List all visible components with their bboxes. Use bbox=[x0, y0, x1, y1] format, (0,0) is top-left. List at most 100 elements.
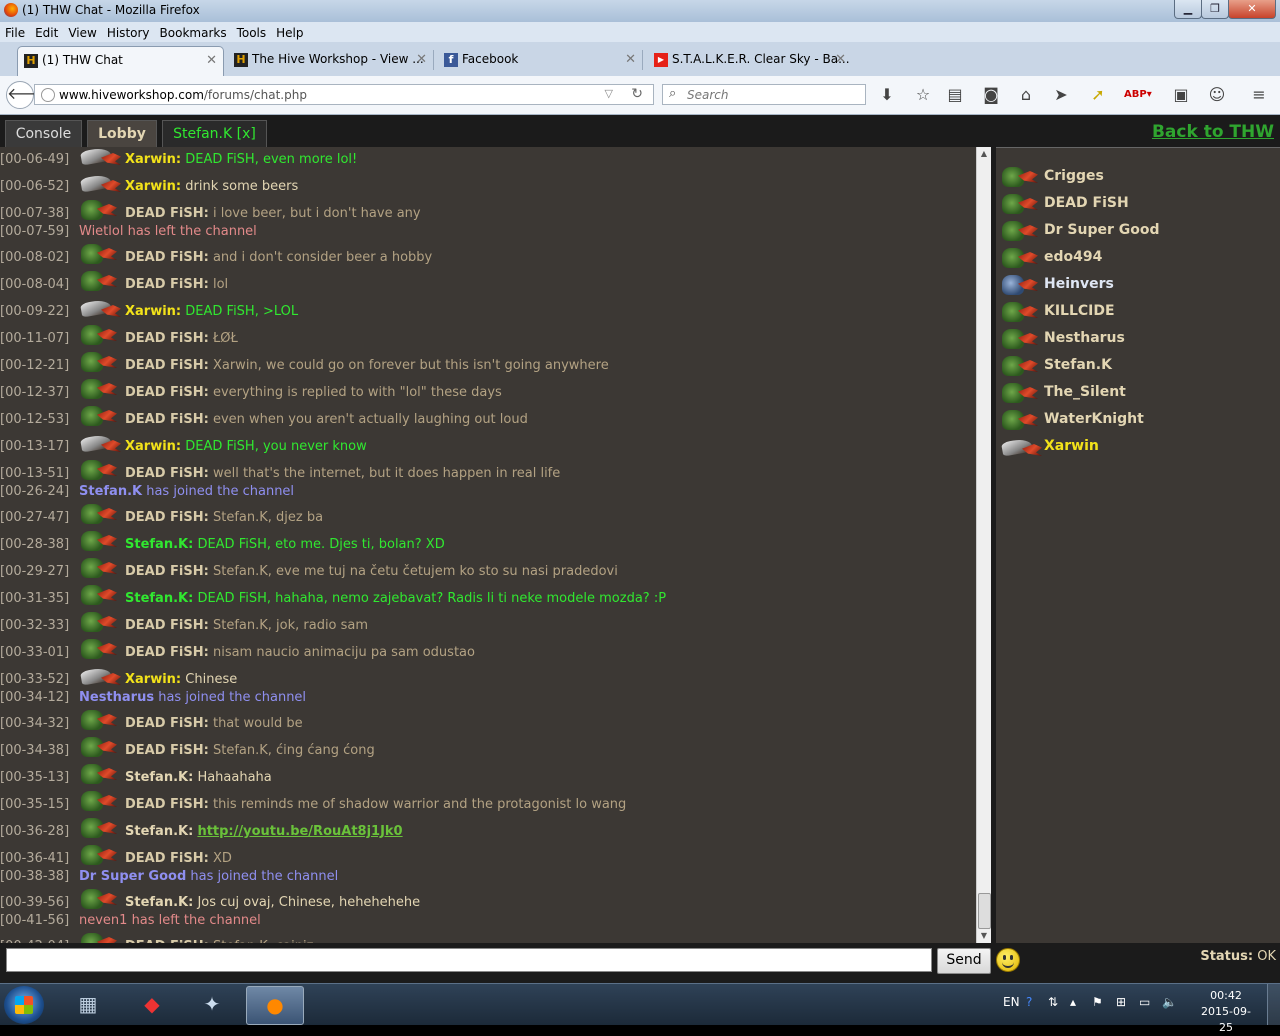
user-list-item[interactable]: WaterKnight bbox=[996, 408, 1280, 432]
app-taskbar-icon[interactable]: ◆ bbox=[124, 986, 180, 1023]
display-icon[interactable]: ▭ bbox=[1139, 995, 1150, 1009]
start-button[interactable] bbox=[4, 986, 44, 1024]
url-bar[interactable]: www.hiveworkshop.com/forums/chat.php ▽ ↻ bbox=[34, 84, 654, 105]
close-tab-icon[interactable]: ✕ bbox=[206, 53, 217, 68]
adblock-icon[interactable]: ABP▾ bbox=[1124, 84, 1152, 106]
sender-name[interactable]: DEAD FiSH: bbox=[125, 250, 209, 265]
menu-edit[interactable]: Edit bbox=[30, 24, 63, 40]
clock[interactable]: 00:42 2015-09-25 bbox=[1196, 988, 1256, 1036]
close-tab-icon[interactable]: ✕ bbox=[835, 52, 846, 67]
sender-name[interactable]: Stefan.K: bbox=[125, 770, 193, 785]
user-list-item[interactable]: Crigges bbox=[996, 165, 1280, 189]
language-indicator[interactable]: EN bbox=[1003, 995, 1020, 1009]
close-tab-icon[interactable]: ✕ bbox=[416, 52, 427, 67]
message-link[interactable]: http://youtu.be/RouAt8j1Jk0 bbox=[197, 824, 402, 839]
menu-view[interactable]: View bbox=[63, 24, 101, 40]
sender-name[interactable]: Stefan.K: bbox=[125, 537, 193, 552]
action-center-flag-icon[interactable]: ⚑ bbox=[1092, 995, 1103, 1009]
tab-thw-chat[interactable]: H (1) THW Chat ✕ bbox=[17, 46, 224, 76]
show-desktop-button[interactable] bbox=[1267, 984, 1280, 1025]
user-list-item[interactable]: DEAD FiSH bbox=[996, 192, 1280, 216]
sender-name[interactable]: DEAD FiSH: bbox=[125, 716, 209, 731]
sender-name[interactable]: Xarwin: bbox=[125, 179, 181, 194]
tab-stefan-private[interactable]: Stefan.K [x] bbox=[162, 120, 267, 147]
user-list-item[interactable]: Xarwin bbox=[996, 435, 1280, 459]
maximize-button[interactable]: ❐ bbox=[1201, 0, 1229, 19]
tab-lobby[interactable]: Lobby bbox=[87, 120, 157, 147]
sender-name[interactable]: Stefan.K: bbox=[125, 591, 193, 606]
send-icon[interactable]: ➤ bbox=[1050, 84, 1072, 106]
sender-name[interactable]: Xarwin: bbox=[125, 672, 181, 687]
reload-icon[interactable]: ↻ bbox=[631, 86, 643, 102]
sender-name[interactable]: Xarwin: bbox=[125, 439, 181, 454]
sender-name[interactable]: DEAD FiSH: bbox=[125, 743, 209, 758]
cursor-addon-icon[interactable]: ➚ bbox=[1087, 84, 1109, 106]
back-button[interactable]: 🡐 bbox=[6, 81, 50, 109]
menu-file[interactable]: File bbox=[0, 24, 30, 40]
user-list-item[interactable]: Nestharus bbox=[996, 327, 1280, 351]
hamburger-menu-icon[interactable]: ≡ bbox=[1248, 84, 1270, 106]
menu-tools[interactable]: Tools bbox=[232, 24, 272, 40]
user-list-item[interactable]: KILLCIDE bbox=[996, 300, 1280, 324]
sender-name[interactable]: Xarwin: bbox=[125, 152, 181, 167]
firefox-taskbar-icon[interactable]: ● bbox=[246, 986, 304, 1025]
user-list-item[interactable]: Heinvers bbox=[996, 273, 1280, 297]
sender-name[interactable]: DEAD FiSH: bbox=[125, 412, 209, 427]
sender-name[interactable]: DEAD FiSH: bbox=[125, 645, 209, 660]
sender-name[interactable]: DEAD FiSH: bbox=[125, 385, 209, 400]
sender-name[interactable]: Stefan.K: bbox=[125, 895, 193, 910]
calculator-taskbar-icon[interactable]: ▦ bbox=[60, 986, 116, 1023]
scroll-down-icon[interactable]: ▼ bbox=[977, 929, 991, 943]
sender-name[interactable]: DEAD FiSH: bbox=[125, 510, 209, 525]
chat-message-input[interactable] bbox=[6, 948, 932, 972]
user-list-item[interactable]: Dr Super Good bbox=[996, 219, 1280, 243]
close-window-button[interactable]: ✕ bbox=[1228, 0, 1276, 19]
sender-name[interactable]: Stefan.K: bbox=[125, 824, 193, 839]
close-tab-icon[interactable]: ✕ bbox=[625, 52, 636, 67]
smiley-icon[interactable] bbox=[996, 948, 1020, 972]
help-icon[interactable]: ? bbox=[1026, 995, 1032, 1009]
tool-taskbar-icon[interactable]: ✦ bbox=[184, 986, 240, 1023]
joined-user-name[interactable]: Nestharus bbox=[79, 690, 154, 705]
tray-expand-icon[interactable]: ▴ bbox=[1070, 995, 1076, 1009]
menu-history[interactable]: History bbox=[102, 24, 155, 40]
user-list-item[interactable]: The_Silent bbox=[996, 381, 1280, 405]
volume-icon[interactable]: 🔈 bbox=[1162, 995, 1177, 1009]
back-to-thw-link[interactable]: Back to THW bbox=[1152, 122, 1274, 142]
tab-hive-workshop[interactable]: H The Hive Workshop - View ... ✕ bbox=[228, 46, 434, 76]
sender-name[interactable]: DEAD FiSH: bbox=[125, 797, 209, 812]
menu-help[interactable]: Help bbox=[271, 24, 308, 40]
joined-user-name[interactable]: Stefan.K bbox=[79, 484, 142, 499]
bookmark-star-icon[interactable]: ☆ bbox=[912, 84, 934, 106]
minimize-button[interactable]: ▁ bbox=[1174, 0, 1202, 19]
sender-name[interactable]: DEAD FiSH: bbox=[125, 331, 209, 346]
bookmarks-menu-icon[interactable]: ▤ bbox=[944, 84, 966, 106]
sender-name[interactable]: DEAD FiSH: bbox=[125, 358, 209, 373]
menu-bookmarks[interactable]: Bookmarks bbox=[155, 24, 232, 40]
windows-tray-icon[interactable]: ⊞ bbox=[1116, 995, 1126, 1009]
tab-console[interactable]: Console bbox=[5, 120, 82, 147]
sender-name[interactable]: DEAD FiSH: bbox=[125, 564, 209, 579]
search-input[interactable]: ⌕ Search bbox=[662, 84, 866, 105]
tab-facebook[interactable]: f Facebook ✕ bbox=[438, 46, 643, 76]
joined-user-name[interactable]: Dr Super Good bbox=[79, 869, 186, 884]
pocket-icon[interactable]: ◙ bbox=[980, 84, 1002, 106]
history-dropdown-icon[interactable]: ▽ bbox=[605, 87, 613, 100]
sender-name[interactable]: DEAD FiSH: bbox=[125, 851, 209, 866]
scroll-thumb[interactable] bbox=[978, 893, 991, 929]
sender-name[interactable]: DEAD FiSH: bbox=[125, 466, 209, 481]
scroll-up-icon[interactable]: ▲ bbox=[977, 147, 991, 161]
tab-youtube[interactable]: ▶ S.T.A.L.K.E.R. Clear Sky - Ba... ✕ bbox=[648, 46, 852, 76]
home-icon[interactable]: ⌂ bbox=[1015, 84, 1037, 106]
user-list-item[interactable]: edo494 bbox=[996, 246, 1280, 270]
send-button[interactable]: Send bbox=[937, 948, 991, 974]
downloads-icon[interactable]: ⬇ bbox=[876, 84, 898, 106]
screenshot-icon[interactable]: ▣ bbox=[1170, 84, 1192, 106]
sender-name[interactable]: Xarwin: bbox=[125, 304, 181, 319]
sender-name[interactable]: DEAD FiSH: bbox=[125, 618, 209, 633]
sender-name[interactable]: DEAD FiSH: bbox=[125, 206, 209, 221]
user-list-item[interactable]: Stefan.K bbox=[996, 354, 1280, 378]
network-icon[interactable]: ⇅ bbox=[1048, 995, 1058, 1009]
sender-name[interactable]: DEAD FiSH: bbox=[125, 277, 209, 292]
chat-scrollbar[interactable]: ▲ ▼ bbox=[976, 147, 991, 943]
